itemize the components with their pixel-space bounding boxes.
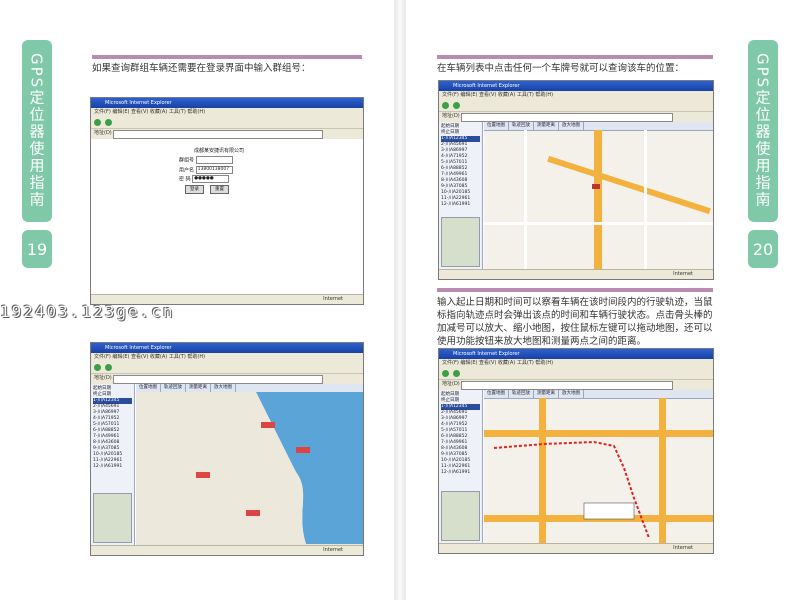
map-area[interactable]: 位置地图 轨迹回放 测量距离 放大地图 [484, 122, 713, 269]
tab-track[interactable]: 轨迹回放 [509, 390, 534, 398]
vehicle-list-item[interactable]: 12-川A61991 [441, 202, 480, 208]
vehicle-info-panel [441, 491, 480, 541]
vehicle-sidepanel: 起始日期 终止日期 1-川A12345 2-川A45691 3-川A86997 4-川… [91, 384, 135, 545]
map-content: 起始日期 终止日期 1-川A12345 2-川A45691 3-川A86997 4-川… [439, 122, 713, 269]
vehicle-sidepanel: 起始日期 终止日期 1-川A12345 2-川A45691 3-川A86997 4-川… [439, 390, 483, 543]
screenshot-vehicle-map: Microsoft Internet Explorer 文件(F) 编辑(E) … [438, 80, 714, 280]
vehicle-marker[interactable] [592, 184, 600, 189]
road [484, 222, 713, 225]
tab-zoom[interactable]: 放大地图 [211, 384, 236, 392]
password-label: 密 码 [179, 176, 191, 183]
tab-zoom[interactable]: 放大地图 [559, 390, 584, 398]
tab-measure[interactable]: 测量距离 [186, 384, 211, 392]
vehicle-list: 1-川A12345 2-川A45691 3-川A86997 4-川A71952 5-川A… [93, 398, 132, 470]
screenshot-track-map: Microsoft Internet Explorer 文件(F) 编辑(E) … [438, 348, 714, 554]
user-label: 用户名 [179, 167, 195, 173]
group-input[interactable] [195, 156, 233, 164]
tab-track[interactable]: 轨迹回放 [509, 122, 534, 130]
page-number-left: 19 [22, 230, 52, 268]
vehicle-sidepanel: 起始日期 终止日期 1-川A12345 2-川A45691 3-川A86997 4-川… [439, 122, 483, 269]
screenshot-login: Microsoft Internet Explorer 文件(F) 编辑(E) … [90, 97, 364, 305]
caption-vehicle-position: 在车辆列表中点击任何一个车牌号就可以查询该车的位置： [437, 63, 685, 74]
side-title-tab-left: GPS定位器使用指南 [22, 40, 52, 222]
map-content: 起始日期 终止日期 1-川A12345 2-川A45691 3-川A86997 4-川… [439, 390, 713, 543]
browser-toolbar [439, 100, 713, 112]
password-input[interactable]: ●●●●● [192, 175, 230, 183]
tab-position[interactable]: 位置地图 [484, 390, 509, 398]
tab-position[interactable]: 位置地图 [484, 122, 509, 130]
group-label: 群组号 [179, 157, 195, 164]
login-content: 成都某安捷讯有限公司 群组号 用户名 13800138007 密 码 ●●●●●… [91, 139, 363, 294]
status-bar: Internet [439, 269, 713, 279]
reset-button[interactable]: 重置 [210, 184, 229, 194]
vehicle-info-panel [93, 493, 132, 543]
browser-title: Microsoft Internet Explorer [91, 343, 363, 353]
browser-title: Microsoft Internet Explorer [91, 98, 363, 108]
road [524, 130, 527, 269]
browser-title: Microsoft Internet Explorer [439, 81, 713, 91]
china-map-svg [136, 392, 363, 544]
section-rule [437, 288, 713, 292]
page-number-right: 20 [748, 230, 778, 268]
company-name: 成都某安捷讯有限公司 [193, 148, 244, 154]
address-bar: 地址(D) [439, 380, 713, 390]
address-bar: 地址(D) [91, 129, 363, 139]
user-input[interactable]: 13800138007 [195, 165, 233, 174]
login-button[interactable]: 登录 [185, 184, 204, 194]
caption-login-group: 如果查询群组车辆还需要在登录界面中输入群组号： [92, 63, 311, 74]
tab-measure[interactable]: 测量距离 [534, 390, 559, 398]
section-rule [92, 55, 362, 59]
status-bar: Internet [91, 294, 363, 304]
login-form: 成都某安捷讯有限公司 群组号 用户名 13800138007 密 码 ●●●●●… [179, 147, 259, 194]
tab-track[interactable]: 轨迹回放 [161, 384, 186, 392]
tab-position[interactable]: 位置地图 [136, 384, 161, 392]
tab-zoom[interactable]: 放大地图 [559, 122, 584, 130]
screenshot-china-map: Microsoft Internet Explorer 文件(F) 编辑(E) … [90, 342, 364, 556]
caption-track-playback: 输入起止日期和时间可以察看车辆在该时间段内的行驶轨迹，当鼠标指向轨迹点时会弹出该… [437, 297, 713, 347]
address-bar: 地址(D) [91, 374, 363, 384]
tab-measure[interactable]: 测量距离 [534, 122, 559, 130]
vehicle-list: 1-川A12345 2-川A45691 3-川A86997 4-川A71952 5-川A… [441, 136, 480, 208]
vehicle-list: 1-川A12345 2-川A45691 3-川A86997 4-川A71952 5-川A… [441, 404, 480, 476]
vehicle-info-panel [441, 217, 480, 267]
status-bar: Internet [91, 545, 363, 555]
highway [594, 130, 602, 269]
browser-toolbar [91, 117, 363, 129]
road [644, 130, 647, 269]
status-bar: Internet [439, 543, 713, 553]
browser-toolbar [439, 368, 713, 380]
browser-toolbar [91, 362, 363, 374]
vehicle-list-item[interactable]: 12-川A61991 [441, 470, 480, 476]
section-rule [437, 55, 713, 59]
address-bar: 地址(D) [439, 112, 713, 122]
map-content: 起始日期 终止日期 1-川A12345 2-川A45691 3-川A86997 4-川… [91, 384, 363, 545]
vehicle-list-item[interactable]: 12-川A61991 [93, 464, 132, 470]
side-title-tab-right: GPS定位器使用指南 [748, 40, 778, 222]
book-gutter [394, 0, 406, 600]
track-svg [493, 440, 650, 539]
highway [547, 155, 711, 215]
map-area[interactable]: 位置地图 轨迹回放 测量距离 放大地图 [484, 390, 713, 543]
browser-title: Microsoft Internet Explorer [439, 349, 713, 359]
map-area[interactable]: 位置地图 轨迹回放 测量距离 放大地图 [136, 384, 363, 545]
